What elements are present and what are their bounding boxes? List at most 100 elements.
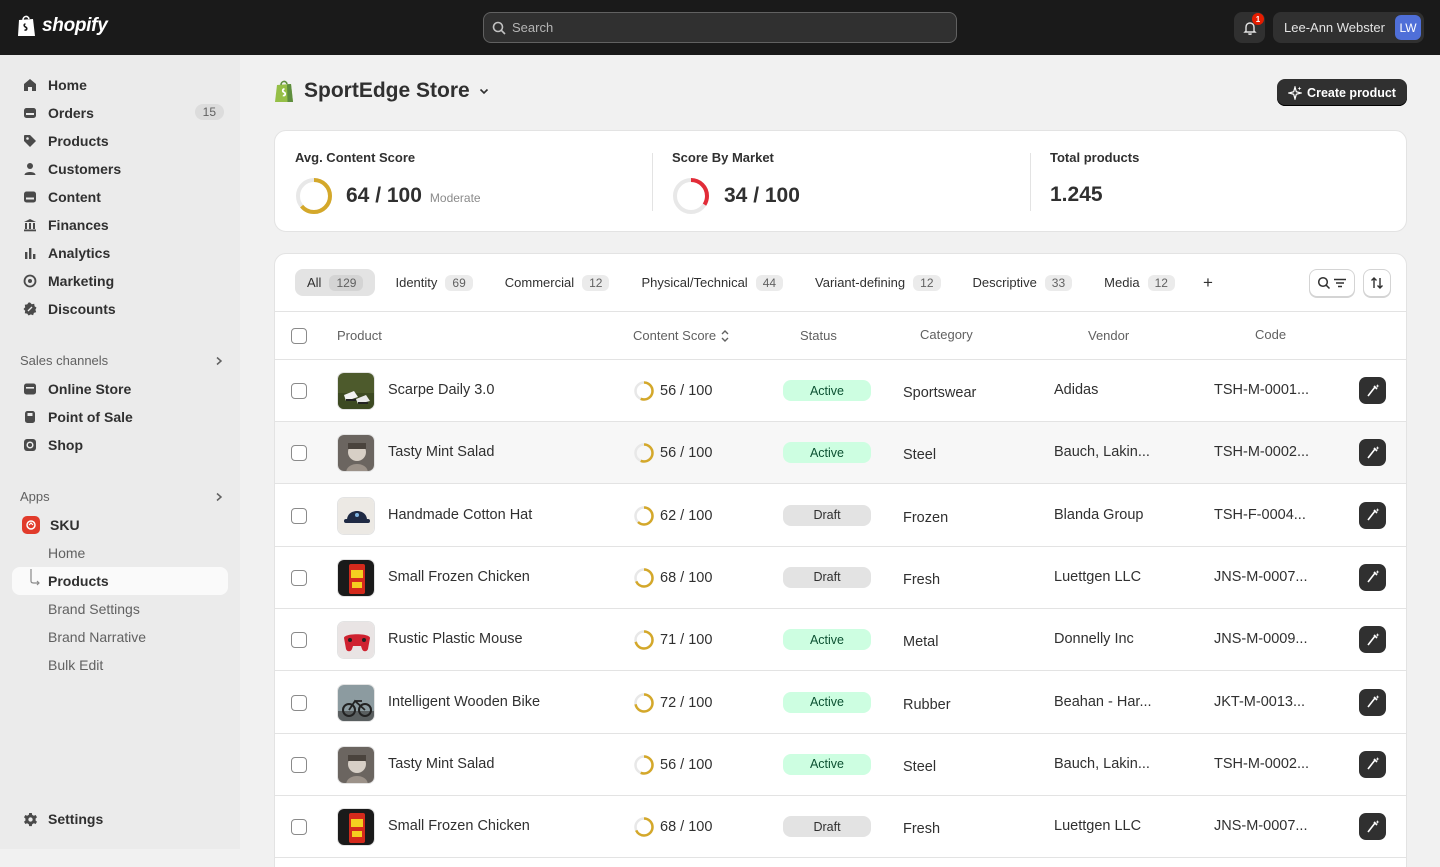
- sidebar-item-shop[interactable]: Shop: [12, 431, 228, 459]
- shopify-logo[interactable]: shopify: [16, 14, 108, 38]
- sidebar-item-analytics[interactable]: Analytics: [12, 239, 228, 267]
- sidebar-item-label: SKU: [50, 517, 80, 533]
- column-header-status: Status: [800, 328, 837, 343]
- ai-edit-button[interactable]: [1359, 813, 1386, 841]
- tab-physical-technical[interactable]: Physical/Technical 44: [629, 269, 795, 296]
- sidebar-item-settings[interactable]: Settings: [12, 805, 228, 833]
- total-products-stat: Total products 1.245: [1050, 131, 1350, 231]
- create-product-button[interactable]: Create product: [1277, 79, 1407, 106]
- tab-count: 33: [1044, 274, 1073, 291]
- add-view-button[interactable]: +: [1195, 273, 1221, 293]
- ai-edit-button[interactable]: [1359, 439, 1386, 467]
- search-filter-button[interactable]: [1309, 269, 1355, 297]
- vendor-cell: Luettgen LLC: [1054, 568, 1142, 585]
- shopify-bag-icon: [275, 80, 293, 102]
- sidebar-item-sku-app[interactable]: SKU: [12, 511, 228, 539]
- ai-edit-button[interactable]: [1359, 688, 1386, 716]
- product-name[interactable]: Small Frozen Chicken: [388, 569, 530, 585]
- vendor-cell: Luettgen LLC: [1054, 818, 1142, 835]
- row-checkbox[interactable]: [291, 694, 307, 711]
- magic-wand-icon: [1366, 819, 1379, 833]
- magic-wand-icon: [1366, 632, 1379, 646]
- table-row[interactable]: Scarpe Daily 3.0 56 / 100 Active Sportswear…: [275, 360, 1406, 422]
- sidebar-item-finances[interactable]: Finances: [12, 211, 228, 239]
- sidebar-item-discounts[interactable]: Discounts: [12, 295, 228, 323]
- sku-sub-item-home[interactable]: Home: [12, 539, 228, 567]
- sku-sub-item-products[interactable]: Products: [12, 567, 228, 595]
- category-cell: Metal: [903, 634, 939, 651]
- code-cell: JNS-M-0009...: [1214, 631, 1308, 648]
- sales-channels-header[interactable]: Sales channels: [20, 353, 224, 368]
- sku-sub-item-brand-narrative[interactable]: Brand Narrative: [12, 623, 228, 651]
- row-checkbox[interactable]: [291, 383, 307, 399]
- sidebar-item-label: Orders: [48, 105, 94, 121]
- select-all-checkbox[interactable]: [291, 328, 307, 344]
- table-row[interactable]: Tasty Mint Salad 56 / 100 Active Steel Bauch…: [275, 422, 1406, 485]
- user-menu[interactable]: Lee-Ann Webster LW: [1273, 12, 1424, 43]
- tab-count: 12: [1147, 274, 1175, 291]
- table-row[interactable]: Tasty Mint Salad 56 / 100 Active Steel Bauch…: [275, 734, 1406, 796]
- tab-count: 69: [445, 274, 473, 291]
- column-header-content-score[interactable]: Content Score: [633, 328, 730, 343]
- ai-edit-button[interactable]: [1359, 750, 1386, 778]
- row-checkbox[interactable]: [291, 507, 307, 524]
- sidebar-item-label: Home: [48, 77, 87, 93]
- table-row[interactable]: Handmade Cotton Hat 62 / 100 Draft Frozen Bl…: [275, 485, 1406, 547]
- product-name[interactable]: Intelligent Wooden Bike: [388, 694, 540, 710]
- table-row[interactable]: Rustic Plastic Mouse 71 / 100 Active Metal D…: [275, 609, 1406, 672]
- row-checkbox[interactable]: [291, 445, 307, 462]
- category-cell: Fresh: [903, 821, 941, 838]
- product-thumbnail: [337, 621, 375, 660]
- vendor-cell: Bauch, Lakin...: [1054, 755, 1150, 772]
- row-checkbox[interactable]: [291, 756, 307, 773]
- table-row[interactable]: Intelligent Wooden Bike 72 / 100 Active Rub…: [275, 672, 1406, 734]
- discount-icon: [22, 301, 38, 317]
- sidebar-item-marketing[interactable]: Marketing: [12, 267, 228, 295]
- product-name[interactable]: Handmade Cotton Hat: [388, 507, 532, 523]
- ai-edit-button[interactable]: [1359, 626, 1386, 654]
- code-cell: JKT-M-0013...: [1214, 693, 1306, 710]
- vendor-cell: Beahan - Har...: [1054, 693, 1152, 710]
- table-row[interactable]: Small Frozen Chicken 68 / 100 Draft Fresh Lu…: [275, 796, 1406, 859]
- product-name[interactable]: Small Frozen Chicken: [388, 818, 530, 834]
- table-row[interactable]: Small Frozen Chicken 68 / 100 Draft Fresh Lu…: [275, 547, 1406, 609]
- sidebar-item-orders[interactable]: Orders 15: [12, 99, 228, 127]
- tab-all[interactable]: All 129: [295, 269, 376, 296]
- search-bar[interactable]: [483, 12, 957, 43]
- sidebar-item-home[interactable]: Home: [12, 71, 228, 99]
- avg-score-value: 64 / 100: [346, 184, 422, 207]
- product-name[interactable]: Tasty Mint Salad: [388, 444, 494, 460]
- sort-button[interactable]: [1363, 269, 1391, 297]
- sidebar-item-content[interactable]: Content: [12, 183, 228, 211]
- content-score: 56 / 100: [633, 442, 712, 464]
- products-table-card: All 129 Identity 69 Commercial 12 Physical/…: [274, 253, 1407, 867]
- product-name[interactable]: Rustic Plastic Mouse: [388, 631, 523, 647]
- sku-sub-item-brand-settings[interactable]: Brand Settings: [12, 595, 228, 623]
- search-icon: [1317, 276, 1331, 290]
- sidebar-item-products[interactable]: Products: [12, 127, 228, 155]
- sidebar-item-customers[interactable]: Customers: [12, 155, 228, 183]
- sidebar-item-online-store[interactable]: Online Store: [12, 375, 228, 403]
- product-name[interactable]: Tasty Mint Salad: [388, 756, 494, 772]
- gear-icon: [22, 811, 38, 827]
- tab-descriptive[interactable]: Descriptive 33: [961, 269, 1085, 296]
- search-input[interactable]: [512, 20, 912, 35]
- home-icon: [22, 77, 38, 93]
- product-name[interactable]: Scarpe Daily 3.0: [388, 382, 494, 398]
- store-selector[interactable]: SportEdge Store: [274, 79, 490, 103]
- ai-edit-button[interactable]: [1359, 501, 1386, 529]
- ai-edit-button[interactable]: [1359, 563, 1386, 591]
- tab-media[interactable]: Media 12: [1092, 269, 1187, 296]
- notifications-button[interactable]: 1: [1234, 12, 1265, 43]
- ai-edit-button[interactable]: [1359, 377, 1386, 404]
- row-checkbox[interactable]: [291, 569, 307, 586]
- tab-variant-defining[interactable]: Variant-defining 12: [803, 269, 952, 296]
- apps-header[interactable]: Apps: [20, 489, 224, 504]
- sidebar-item-point-of-sale[interactable]: Point of Sale: [12, 403, 228, 431]
- tab-identity[interactable]: Identity 69: [383, 269, 484, 296]
- row-checkbox[interactable]: [291, 819, 307, 836]
- row-checkbox[interactable]: [291, 632, 307, 649]
- tab-commercial[interactable]: Commercial 12: [493, 269, 622, 296]
- sku-sub-item-bulk-edit[interactable]: Bulk Edit: [12, 651, 228, 679]
- stats-card: Avg. Content Score 64 / 100 Moderate Sco…: [274, 130, 1407, 232]
